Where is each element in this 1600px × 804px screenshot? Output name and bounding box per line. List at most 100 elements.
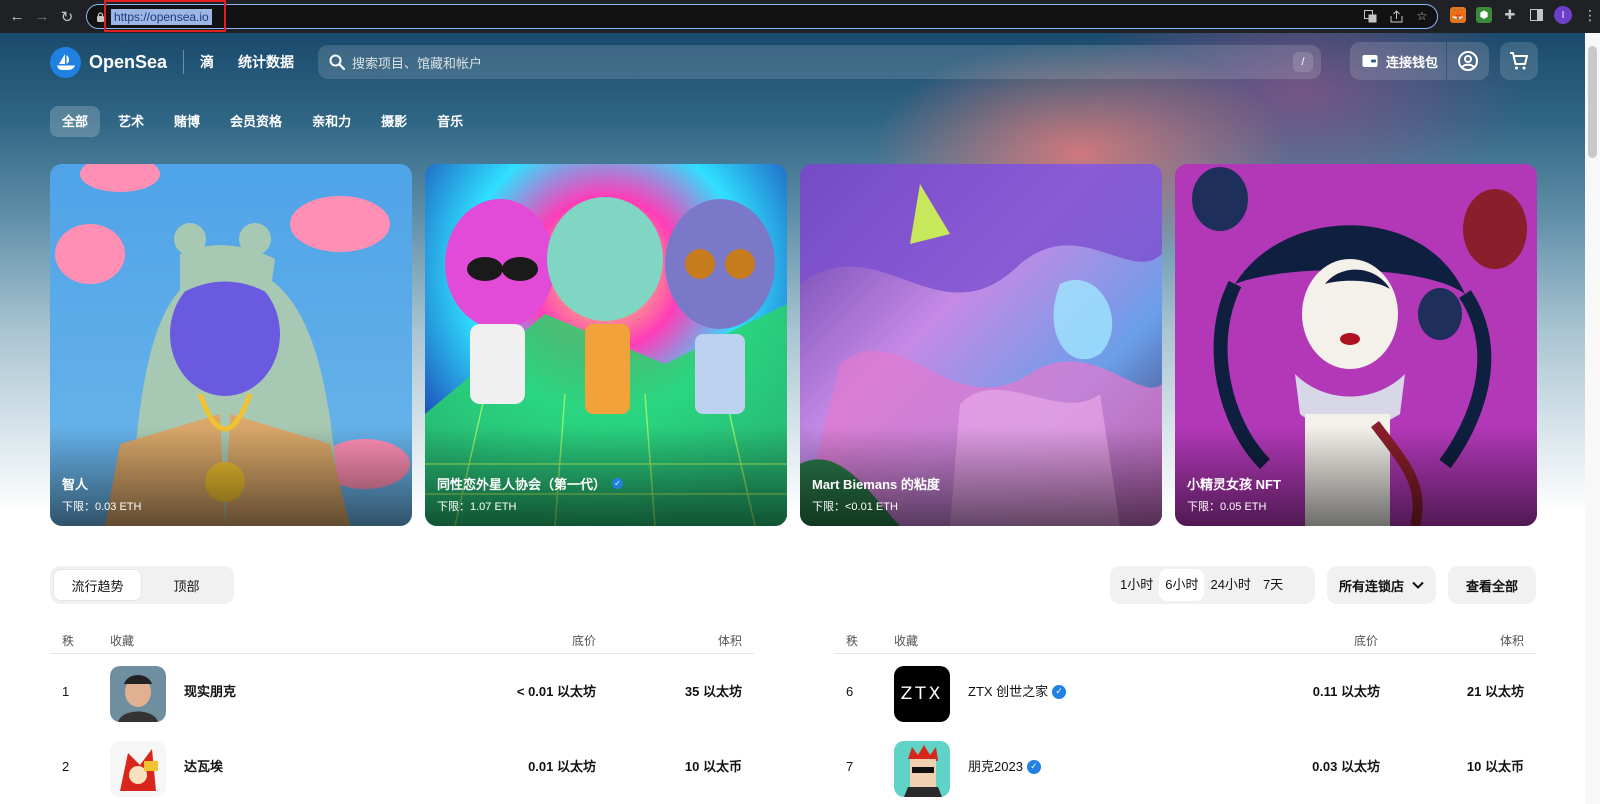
- col-rank: 秩: [846, 634, 859, 648]
- scrollbar-thumb[interactable]: [1588, 46, 1597, 158]
- collection-name-text: 朋克2023: [968, 759, 1023, 774]
- featured-name-2: 同性恋外星人协会（第一代）: [437, 477, 607, 492]
- metamask-extension-icon[interactable]: 🦊: [1450, 7, 1466, 23]
- table-row[interactable]: 6 ZTX ZTX 创世之家 ✓ 0.11 以太坊 21 以太坊: [834, 654, 1536, 729]
- floor-price: 0.03 以太坊: [1312, 759, 1380, 774]
- extension-green-icon[interactable]: ⬢: [1476, 7, 1492, 23]
- featured-floor-2: 下限：1.07 ETH: [437, 501, 517, 513]
- tab-memberships[interactable]: 会员资格: [218, 106, 294, 137]
- featured-floor-1: 下限：0.03 ETH: [62, 501, 142, 513]
- browser-toolbar: ← → ↻ https://opensea.io ☆ 🦊 ⬢ ✚ I ⋮: [0, 0, 1600, 33]
- collection-name[interactable]: 朋克2023 ✓: [968, 729, 1041, 804]
- col-floor: 底价: [572, 634, 597, 648]
- col-volume: 体积: [1500, 634, 1525, 648]
- featured-card-2[interactable]: 同性恋外星人协会（第一代） ✓ 下限：1.07 ETH: [425, 164, 787, 526]
- col-collection: 收藏: [894, 634, 919, 648]
- search-input[interactable]: 搜索项目、馆藏和帐户 /: [318, 45, 1321, 79]
- collection-thumbnail: [894, 741, 950, 797]
- volume: 10 以太币: [1466, 759, 1524, 774]
- view-all-button[interactable]: 查看全部: [1448, 566, 1536, 604]
- browser-menu-icon[interactable]: ⋮: [1582, 7, 1598, 23]
- opensea-logo[interactable]: OpenSea: [50, 46, 168, 78]
- tab-pfps[interactable]: 亲和力: [300, 106, 363, 137]
- reload-icon[interactable]: ↻: [56, 6, 78, 28]
- translate-icon[interactable]: [1363, 8, 1377, 24]
- time-24h[interactable]: 24小时: [1204, 569, 1256, 601]
- extensions-puzzle-icon[interactable]: ✚: [1502, 7, 1518, 23]
- table-row[interactable]: 1 现实朋克 < 0.01 以太坊 35 以太坊: [50, 654, 754, 729]
- collection-thumbnail: [110, 666, 166, 722]
- connect-wallet-label: 连接钱包: [1386, 54, 1439, 70]
- featured-card-3[interactable]: Mart Biemans 的粘度 下限：<0.01 ETH: [800, 164, 1162, 526]
- time-7d[interactable]: 7天: [1257, 569, 1289, 601]
- volume: 21 以太坊: [1466, 684, 1524, 699]
- forward-icon[interactable]: →: [31, 6, 53, 28]
- collection-name-text: ZTX 创世之家: [968, 684, 1049, 699]
- tab-music[interactable]: 音乐: [425, 106, 475, 137]
- row-rank: 7: [846, 759, 854, 774]
- verified-badge-icon: ✓: [612, 478, 624, 489]
- featured-card-1[interactable]: 智人 下限：0.03 ETH: [50, 164, 412, 526]
- cart-icon: [1510, 52, 1528, 70]
- bookmark-star-icon[interactable]: ☆: [1415, 8, 1429, 24]
- cart-button[interactable]: [1500, 42, 1538, 80]
- tab-top[interactable]: 顶部: [142, 569, 231, 601]
- collection-name[interactable]: 现实朋克: [184, 654, 236, 729]
- volume: 35 以太坊: [684, 684, 742, 699]
- connect-wallet-button[interactable]: 连接钱包: [1350, 42, 1446, 80]
- ranking-toggle: 流行趋势 顶部: [50, 566, 234, 604]
- featured-name-3: Mart Biemans 的粘度: [812, 477, 940, 492]
- time-6h[interactable]: 6小时: [1159, 569, 1205, 601]
- col-floor: 底价: [1354, 634, 1379, 648]
- boat-logo-icon: [50, 46, 81, 78]
- collection-name[interactable]: 达瓦埃: [184, 729, 223, 804]
- wallet-icon: [1362, 55, 1378, 67]
- tab-photography[interactable]: 摄影: [369, 106, 419, 137]
- time-range-toggle: 1小时 6小时 24小时 7天: [1110, 566, 1315, 604]
- search-placeholder: 搜索项目、馆藏和帐户: [352, 55, 483, 71]
- col-volume: 体积: [718, 634, 743, 648]
- ranking-table-right: 秩 收藏 底价 体积 6 ZTX ZTX 创世之家 ✓ 0.11 以太坊 21 …: [834, 626, 1536, 804]
- search-shortcut-key: /: [1293, 52, 1313, 72]
- volume: 10 以太币: [684, 759, 742, 774]
- featured-card-4[interactable]: 小精灵女孩 NFT 下限：0.05 ETH: [1175, 164, 1537, 526]
- table-header: 秩 收藏 底价 体积: [50, 626, 754, 654]
- featured-name-4: 小精灵女孩 NFT: [1187, 477, 1281, 492]
- search-icon: [329, 54, 346, 71]
- brand-name: OpenSea: [89, 51, 168, 72]
- verified-badge-icon: ✓: [1026, 759, 1041, 774]
- featured-name-1: 智人: [62, 477, 89, 492]
- tab-gaming[interactable]: 赌博: [162, 106, 212, 137]
- account-circle-icon: [1458, 51, 1478, 71]
- browser-profile-avatar[interactable]: I: [1554, 6, 1572, 24]
- time-1h[interactable]: 1小时: [1114, 569, 1159, 601]
- collection-thumbnail: [110, 741, 166, 797]
- share-icon[interactable]: [1389, 8, 1403, 24]
- table-row[interactable]: 7 朋克2023 ✓ 0.03 以太坊 10 以太币: [834, 729, 1536, 804]
- nav-link-drops[interactable]: 滴: [200, 52, 214, 72]
- featured-floor-4: 下限：0.05 ETH: [1187, 501, 1267, 513]
- header-divider: [183, 50, 185, 74]
- tab-all[interactable]: 全部: [50, 106, 101, 137]
- chain-filter-label: 所有连锁店: [1339, 578, 1405, 594]
- table-row[interactable]: 2 达瓦埃 0.01 以太坊 10 以太币: [50, 729, 754, 804]
- col-rank: 秩: [62, 634, 75, 648]
- collection-name[interactable]: ZTX 创世之家 ✓: [968, 654, 1067, 729]
- url-highlight-box: [104, 0, 226, 32]
- back-icon[interactable]: ←: [6, 6, 28, 28]
- category-tabs: 全部 艺术 赌博 会员资格 亲和力 摄影 音乐: [50, 106, 475, 137]
- tab-trending[interactable]: 流行趋势: [53, 569, 143, 601]
- profile-button[interactable]: [1447, 42, 1489, 80]
- row-rank: 6: [846, 684, 854, 699]
- floor-price: 0.01 以太坊: [528, 759, 596, 774]
- nav-link-stats[interactable]: 统计数据: [238, 52, 294, 72]
- tab-art[interactable]: 艺术: [106, 106, 156, 137]
- chain-filter-dropdown[interactable]: 所有连锁店: [1327, 566, 1436, 604]
- collection-thumbnail: ZTX: [894, 666, 950, 722]
- ranking-table-left: 秩 收藏 底价 体积 1 现实朋克 < 0.01 以太坊 35 以太坊 2 达瓦…: [50, 626, 754, 804]
- table-header: 秩 收藏 底价 体积: [834, 626, 1536, 654]
- ztx-logo-text: ZTX: [900, 684, 944, 704]
- floor-price: 0.11 以太坊: [1312, 684, 1380, 699]
- side-panel-icon[interactable]: [1528, 7, 1544, 23]
- address-bar[interactable]: https://opensea.io ☆: [86, 4, 1438, 29]
